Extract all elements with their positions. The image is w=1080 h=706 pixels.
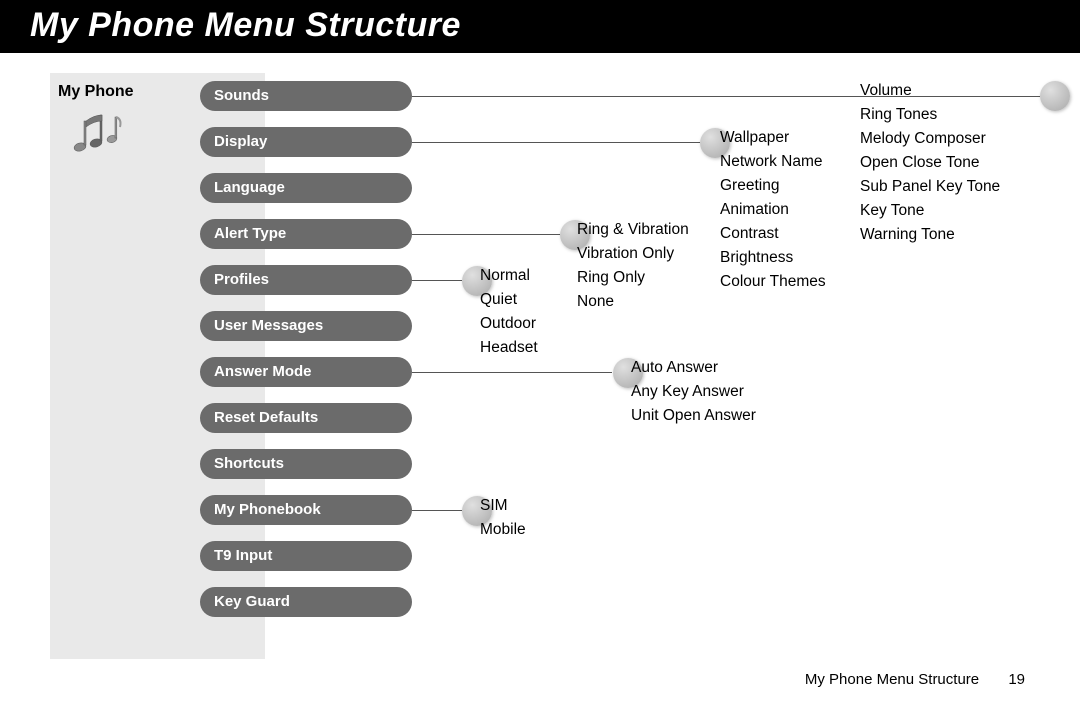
page-footer: My Phone Menu Structure 19 bbox=[805, 671, 1025, 688]
menu-item-language: Language bbox=[200, 173, 412, 203]
list-item: Contrast bbox=[720, 222, 826, 246]
page-body: My Phone Sounds Display bbox=[0, 53, 1080, 683]
list-item: Greeting bbox=[720, 174, 826, 198]
list-item: Colour Themes bbox=[720, 270, 826, 294]
menu-label: My Phonebook bbox=[214, 501, 321, 518]
list-item: Wallpaper bbox=[720, 126, 826, 150]
menu-label: Alert Type bbox=[214, 225, 286, 242]
list-item: Warning Tone bbox=[860, 223, 1000, 247]
menu-item-key-guard: Key Guard bbox=[200, 587, 412, 617]
menu-item-alert-type: Alert Type bbox=[200, 219, 412, 249]
list-item: Ring & Vibration bbox=[577, 218, 689, 242]
list-item: None bbox=[577, 290, 689, 314]
main-menu-column: Sounds Display Language Alert Type Profi… bbox=[200, 81, 412, 633]
list-item: Ring Tones bbox=[860, 103, 1000, 127]
list-item: Vibration Only bbox=[577, 242, 689, 266]
menu-item-display: Display bbox=[200, 127, 412, 157]
page-title: My Phone Menu Structure bbox=[30, 6, 461, 44]
menu-item-profiles: Profiles bbox=[200, 265, 412, 295]
connector-line bbox=[412, 142, 700, 143]
list-item: Quiet bbox=[480, 288, 538, 312]
menu-label: Profiles bbox=[214, 271, 269, 288]
menu-item-reset-defaults: Reset Defaults bbox=[200, 403, 412, 433]
alert-type-submenu: Ring & Vibration Vibration Only Ring Onl… bbox=[577, 218, 689, 314]
page-header: My Phone Menu Structure bbox=[0, 0, 1080, 53]
sounds-submenu: Volume Ring Tones Melody Composer Open C… bbox=[860, 79, 1000, 247]
menu-item-t9-input: T9 Input bbox=[200, 541, 412, 571]
menu-label: T9 Input bbox=[214, 547, 272, 564]
list-item: Sub Panel Key Tone bbox=[860, 175, 1000, 199]
menu-label: Reset Defaults bbox=[214, 409, 318, 426]
menu-label: Sounds bbox=[214, 87, 269, 104]
menu-item-sounds: Sounds bbox=[200, 81, 412, 111]
menu-label: Answer Mode bbox=[214, 363, 312, 380]
menu-label: Display bbox=[214, 133, 267, 150]
list-item: Melody Composer bbox=[860, 127, 1000, 151]
list-item: Headset bbox=[480, 336, 538, 360]
list-item: Outdoor bbox=[480, 312, 538, 336]
list-item: Auto Answer bbox=[631, 356, 756, 380]
bullet-icon bbox=[1040, 81, 1070, 111]
menu-item-shortcuts: Shortcuts bbox=[200, 449, 412, 479]
connector-line bbox=[412, 372, 612, 373]
menu-label: Language bbox=[214, 179, 285, 196]
list-item: Volume bbox=[860, 79, 1000, 103]
list-item: Any Key Answer bbox=[631, 380, 756, 404]
connector-line bbox=[412, 234, 560, 235]
display-submenu: Wallpaper Network Name Greeting Animatio… bbox=[720, 126, 826, 294]
answer-mode-submenu: Auto Answer Any Key Answer Unit Open Ans… bbox=[631, 356, 756, 428]
list-item: Brightness bbox=[720, 246, 826, 270]
menu-item-my-phonebook: My Phonebook bbox=[200, 495, 412, 525]
list-item: Unit Open Answer bbox=[631, 404, 756, 428]
profiles-submenu: Normal Quiet Outdoor Headset bbox=[480, 264, 538, 360]
footer-text: My Phone Menu Structure bbox=[805, 671, 979, 688]
connector-line bbox=[412, 280, 462, 281]
menu-label: Shortcuts bbox=[214, 455, 284, 472]
music-notes-icon bbox=[68, 109, 128, 159]
list-item: Animation bbox=[720, 198, 826, 222]
page-number: 19 bbox=[1008, 671, 1025, 688]
list-item: Key Tone bbox=[860, 199, 1000, 223]
menu-label: Key Guard bbox=[214, 593, 290, 610]
phonebook-submenu: SIM Mobile bbox=[480, 494, 526, 542]
list-item: Mobile bbox=[480, 518, 526, 542]
list-item: SIM bbox=[480, 494, 526, 518]
list-item: Ring Only bbox=[577, 266, 689, 290]
list-item: Network Name bbox=[720, 150, 826, 174]
menu-label: User Messages bbox=[214, 317, 323, 334]
connector-line bbox=[412, 510, 462, 511]
list-item: Open Close Tone bbox=[860, 151, 1000, 175]
list-item: Normal bbox=[480, 264, 538, 288]
menu-item-user-messages: User Messages bbox=[200, 311, 412, 341]
menu-item-answer-mode: Answer Mode bbox=[200, 357, 412, 387]
